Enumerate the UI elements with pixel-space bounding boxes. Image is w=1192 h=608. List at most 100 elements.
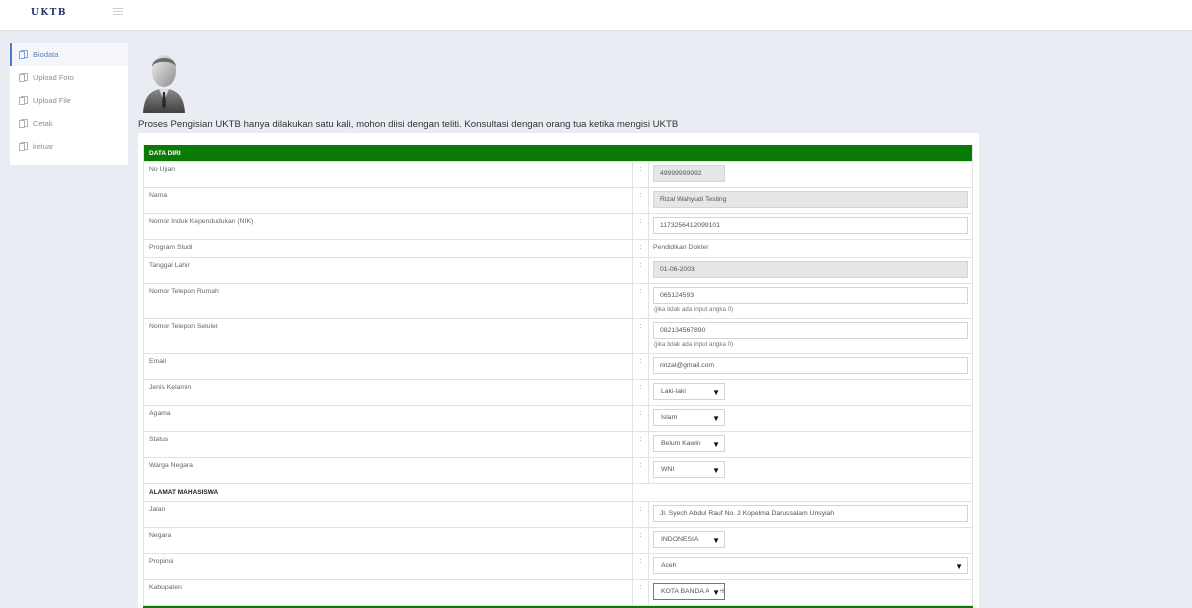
no-ujian-field[interactable]: 49999999992 xyxy=(653,165,725,182)
field-label: Negara xyxy=(144,528,633,553)
field-separator: : xyxy=(633,406,649,431)
field-label: Email xyxy=(144,354,633,379)
field-separator: : xyxy=(633,580,649,605)
field-separator: : xyxy=(633,258,649,283)
sidebar-item-label: Biodata xyxy=(33,50,59,59)
program-studi-value: Pendidikan Dokter xyxy=(653,244,709,251)
form-row-alamat-header: ALAMAT MAHASISWA xyxy=(144,484,972,502)
section-header-data-diri: DATA DIRI xyxy=(144,145,972,162)
biodata-panel: DATA DIRI No Ujian : 49999999992 Nama : … xyxy=(138,133,979,608)
section-header-alamat: ALAMAT MAHASISWA xyxy=(144,484,633,501)
propinsi-select[interactable]: Aceh ▼ xyxy=(653,557,968,574)
select-value: Laki-laki xyxy=(661,388,686,395)
sidebar-item-label: Upload Foto xyxy=(33,73,74,82)
copy-document-icon xyxy=(19,96,28,105)
caret-down-icon: ▼ xyxy=(712,414,720,423)
form-row-email: Email : ririzal@gmail.com xyxy=(144,354,972,380)
field-label: Agama xyxy=(144,406,633,431)
sidebar-item-upload-file[interactable]: Upload File xyxy=(10,89,128,112)
field-separator: : xyxy=(633,319,649,353)
nik-field[interactable]: 1173256412099101 xyxy=(653,217,968,234)
sidebar-item-label: Upload File xyxy=(33,96,71,105)
caret-down-icon: ▼ xyxy=(712,388,720,397)
form-row-warga-negara: Warga Negara : WNI ▼ xyxy=(144,458,972,484)
sidebar-item-upload-foto[interactable]: Upload Foto xyxy=(10,66,128,89)
field-label: No Ujian xyxy=(144,162,633,187)
biodata-form-table: DATA DIRI No Ujian : 49999999992 Nama : … xyxy=(143,145,973,606)
field-label: Nomor Telepon Seluler xyxy=(144,319,633,353)
warga-negara-select[interactable]: WNI ▼ xyxy=(653,461,725,478)
sidebar-item-label: Cetak xyxy=(33,119,53,128)
select-value: Belum Kawin xyxy=(661,440,701,447)
field-label: Nomor Telepon Rumah xyxy=(144,284,633,318)
telepon-seluler-field[interactable]: 082134567890 xyxy=(653,322,968,339)
form-row-propinsi: Propinsi : Aceh ▼ xyxy=(144,554,972,580)
form-row-program-studi: Program Studi : Pendidikan Dokter xyxy=(144,240,972,258)
field-label: Jenis Kelamin xyxy=(144,380,633,405)
field-separator: : xyxy=(633,554,649,579)
caret-down-icon: ▼ xyxy=(712,536,720,545)
sidebar-item-cetak[interactable]: Cetak xyxy=(10,112,128,135)
copy-document-icon xyxy=(19,142,28,151)
notice-text: Proses Pengisian UKTB hanya dilakukan sa… xyxy=(138,119,679,130)
field-separator: : xyxy=(633,458,649,483)
brand-logo[interactable]: UKTB xyxy=(31,8,67,18)
form-row-no-ujian: No Ujian : 49999999992 xyxy=(144,162,972,188)
field-separator: : xyxy=(633,354,649,379)
caret-down-icon: ▼ xyxy=(709,585,720,599)
form-row-nik: Nomor Induk Kependudukan (NIK) : 1173256… xyxy=(144,214,972,240)
select-value: INDONESIA xyxy=(661,536,699,543)
user-silhouette-icon xyxy=(140,51,188,113)
caret-down-icon: ▼ xyxy=(712,466,720,475)
copy-document-icon xyxy=(19,73,28,82)
field-separator: : xyxy=(633,380,649,405)
form-row-status: Status : Belum Kawin ▼ xyxy=(144,432,972,458)
field-separator: : xyxy=(633,528,649,553)
select-value: Aceh xyxy=(661,562,677,569)
kabupaten-select[interactable]: KOTA BANDA ACEH ▼ xyxy=(653,583,725,600)
form-row-telepon-seluler: Nomor Telepon Seluler : 082134567890 (ji… xyxy=(144,319,972,354)
select-value: Islam xyxy=(661,414,678,421)
form-row-kabupaten: Kabupaten : KOTA BANDA ACEH ▼ xyxy=(144,580,972,606)
field-hint: (jika tidak ada input angka 0) xyxy=(654,341,734,348)
top-bar: UKTB xyxy=(0,0,1192,31)
field-separator: : xyxy=(633,284,649,318)
nama-field[interactable]: Rizal Wahyudi Testing xyxy=(653,191,968,208)
field-separator: : xyxy=(633,188,649,213)
form-row-jenis-kelamin: Jenis Kelamin : Laki-laki ▼ xyxy=(144,380,972,406)
field-label: Propinsi xyxy=(144,554,633,579)
negara-select[interactable]: INDONESIA ▼ xyxy=(653,531,725,548)
copy-document-icon xyxy=(19,119,28,128)
form-row-nama: Nama : Rizal Wahyudi Testing xyxy=(144,188,972,214)
form-row-telepon-rumah: Nomor Telepon Rumah : 065124593 (jika ti… xyxy=(144,284,972,319)
sidebar-item-label: keluar xyxy=(33,142,54,151)
jenis-kelamin-select[interactable]: Laki-laki ▼ xyxy=(653,383,725,400)
copy-document-icon xyxy=(19,50,28,59)
field-label: Warga Negara xyxy=(144,458,633,483)
sidebar-item-keluar[interactable]: keluar xyxy=(10,135,128,158)
field-label: Kabupaten xyxy=(144,580,633,605)
agama-select[interactable]: Islam ▼ xyxy=(653,409,725,426)
form-row-jalan: Jalan : Jl. Syech Abdul Rauf No. 2 Kopel… xyxy=(144,502,972,528)
form-row-tanggal-lahir: Tanggal Lahir : 01-06-2003 xyxy=(144,258,972,284)
tanggal-lahir-field[interactable]: 01-06-2003 xyxy=(653,261,968,278)
sidebar: Biodata Upload Foto Upload File Cetak ke… xyxy=(10,43,128,165)
telepon-rumah-field[interactable]: 065124593 xyxy=(653,287,968,304)
field-separator: : xyxy=(633,240,649,257)
field-separator: : xyxy=(633,214,649,239)
jalan-field[interactable]: Jl. Syech Abdul Rauf No. 2 Kopelma Darus… xyxy=(653,505,968,522)
caret-down-icon: ▼ xyxy=(955,562,963,571)
field-label: Program Studi xyxy=(144,240,633,257)
form-row-agama: Agama : Islam ▼ xyxy=(144,406,972,432)
caret-down-icon: ▼ xyxy=(712,440,720,449)
hamburger-icon[interactable] xyxy=(113,8,123,16)
field-separator: : xyxy=(633,162,649,187)
field-separator: : xyxy=(633,432,649,457)
sidebar-item-biodata[interactable]: Biodata xyxy=(10,43,128,66)
field-label: Jalan xyxy=(144,502,633,527)
field-label: Nama xyxy=(144,188,633,213)
status-select[interactable]: Belum Kawin ▼ xyxy=(653,435,725,452)
field-separator: : xyxy=(633,502,649,527)
email-field[interactable]: ririzal@gmail.com xyxy=(653,357,968,374)
field-label: Nomor Induk Kependudukan (NIK) xyxy=(144,214,633,239)
